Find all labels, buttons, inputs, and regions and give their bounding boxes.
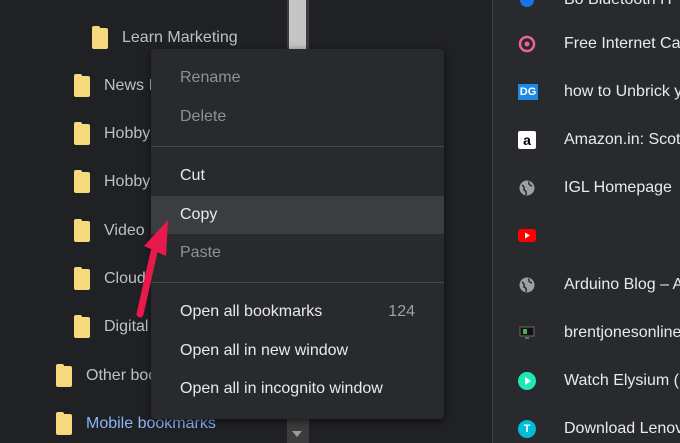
menu-item-delete[interactable]: Delete — [151, 98, 444, 136]
bookmark-row[interactable]: Arduino Blog – A — [493, 261, 680, 309]
bookmark-row[interactable]: brentjonesonline — [493, 309, 680, 357]
youtube-icon — [518, 227, 536, 245]
menu-item-paste[interactable]: Paste — [151, 234, 444, 272]
folder-label: Hobby — [104, 173, 151, 190]
bookmark-row[interactable]: T Download Lenovo — [493, 405, 680, 443]
bookmark-title: Watch Elysium (M — [564, 372, 680, 389]
folder-icon — [56, 363, 72, 387]
monitor-icon — [518, 324, 536, 342]
folder-label: News I — [104, 77, 153, 94]
bookmark-title: Download Lenovo — [564, 420, 680, 437]
menu-item-label: Open all in incognito window — [180, 380, 383, 397]
menu-item-cut[interactable]: Cut — [151, 157, 444, 195]
globe-icon — [518, 179, 536, 197]
folder-icon — [74, 266, 90, 290]
scroll-down-arrow-icon[interactable] — [292, 431, 302, 437]
menu-item-open-incognito[interactable]: Open all in incognito window — [151, 370, 444, 408]
folder-icon — [74, 73, 90, 97]
menu-separator — [151, 146, 444, 147]
bookmark-title: IGL Homepage — [564, 179, 672, 196]
globe-icon — [518, 276, 536, 294]
bookmark-title: Arduino Blog – A — [564, 276, 680, 293]
amazon-icon: a — [518, 131, 536, 149]
menu-item-label: Cut — [180, 167, 205, 184]
bookmark-row[interactable] — [493, 212, 680, 260]
bluetooth-icon — [518, 0, 536, 9]
folder-label: Other boo — [86, 367, 158, 384]
folder-item[interactable]: Hobby — [74, 169, 151, 194]
folder-icon — [74, 218, 90, 242]
folder-icon — [92, 25, 108, 49]
menu-item-open-new-window[interactable]: Open all in new window — [151, 332, 444, 370]
menu-item-open-all[interactable]: Open all bookmarks 124 — [151, 293, 444, 331]
context-menu: Rename Delete Cut Copy Paste Open all bo… — [151, 49, 444, 419]
menu-separator — [151, 282, 444, 283]
menu-item-label: Open all bookmarks — [180, 303, 323, 320]
dg-icon: DG — [518, 84, 538, 100]
bookmark-title: how to Unbrick y — [564, 83, 680, 100]
folder-icon — [74, 169, 90, 193]
annotation-arrow-icon — [136, 220, 168, 318]
folder-item[interactable]: Learn Marketing — [92, 25, 238, 50]
folder-icon — [56, 411, 72, 435]
bookmark-row[interactable]: Free Internet Call — [493, 20, 680, 68]
menu-item-label: Rename — [180, 69, 241, 86]
scrollbar-thumb[interactable] — [289, 0, 306, 50]
target-icon — [518, 35, 536, 53]
play-icon — [518, 372, 536, 390]
bookmark-count: 124 — [388, 303, 415, 320]
folder-item[interactable]: News I — [74, 73, 153, 98]
folder-item-other-bookmarks[interactable]: Other boo — [56, 363, 158, 388]
folder-item[interactable]: Hobby — [74, 121, 151, 146]
bookmark-title: brentjonesonline — [564, 324, 680, 341]
folder-icon — [74, 121, 90, 145]
bookmark-list: Bo Bluetooth H Free Internet Call DG how… — [493, 0, 680, 443]
bookmark-row[interactable]: DG how to Unbrick y — [493, 68, 680, 116]
menu-item-rename[interactable]: Rename — [151, 59, 444, 97]
menu-item-label: Open all in new window — [180, 342, 349, 359]
bookmark-title: Amazon.in: Scote — [564, 131, 680, 148]
bookmark-row[interactable]: IGL Homepage — [493, 164, 680, 212]
bookmark-row[interactable]: a Amazon.in: Scote — [493, 116, 680, 164]
folder-label: Hobby — [104, 125, 151, 142]
menu-item-copy[interactable]: Copy — [151, 196, 444, 234]
lenovo-icon: T — [518, 420, 536, 438]
folder-label: Learn Marketing — [122, 29, 238, 46]
bookmark-title: Free Internet Call — [564, 35, 680, 52]
bookmark-row[interactable]: Watch Elysium (M — [493, 357, 680, 405]
folder-icon — [74, 314, 90, 338]
bookmark-title: Bo Bluetooth H — [564, 0, 672, 9]
menu-item-label: Delete — [180, 108, 227, 125]
